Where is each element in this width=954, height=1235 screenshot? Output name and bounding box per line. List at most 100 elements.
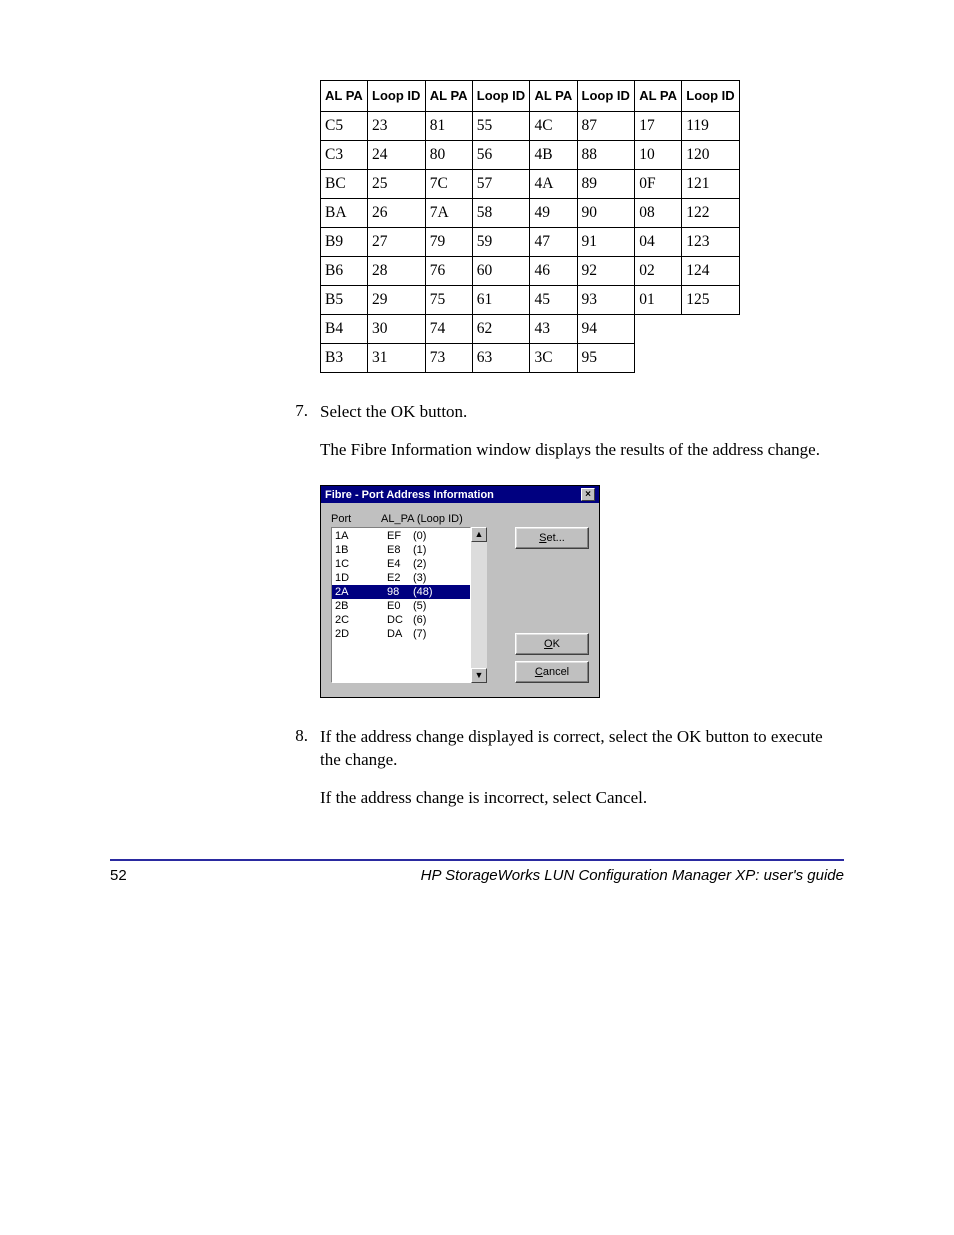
step-7: 7. Select the OK button. The Fibre Infor… — [288, 401, 844, 477]
table-cell: B3 — [321, 344, 368, 373]
table-cell: 122 — [682, 199, 740, 228]
table-cell: 3C — [530, 344, 577, 373]
table-cell: 47 — [530, 228, 577, 257]
table-cell — [635, 315, 682, 344]
list-item-loopid: (2) — [413, 557, 426, 571]
table-cell: 63 — [472, 344, 530, 373]
table-cell: B4 — [321, 315, 368, 344]
table-cell: B6 — [321, 257, 368, 286]
col-loopid-3: Loop ID — [577, 81, 635, 112]
listbox-scrollbar[interactable]: ▲ ▼ — [471, 527, 487, 683]
table-header-row: AL PA Loop ID AL PA Loop ID AL PA Loop I… — [321, 81, 740, 112]
list-item-port: 2A — [335, 585, 387, 599]
table-cell: 31 — [368, 344, 426, 373]
list-header-port: Port — [331, 513, 373, 525]
list-item[interactable]: 2A98(48) — [332, 585, 470, 599]
table-cell: 49 — [530, 199, 577, 228]
step-7-number: 7. — [288, 401, 308, 477]
table-row: B5297561459301125 — [321, 286, 740, 315]
list-item-loopid: (1) — [413, 543, 426, 557]
table-cell: 81 — [425, 112, 472, 141]
table-cell: 7A — [425, 199, 472, 228]
list-item-loopid: (48) — [413, 585, 433, 599]
list-item-loopid: (7) — [413, 627, 426, 641]
list-item-loopid: (3) — [413, 571, 426, 585]
list-item-port: 1A — [335, 529, 387, 543]
set-button[interactable]: Set... — [515, 527, 589, 549]
table-cell: 27 — [368, 228, 426, 257]
port-listbox[interactable]: 1AEF(0)1BE8(1)1CE4(2)1DE2(3)2A98(48)2BE0… — [331, 527, 471, 683]
table-cell: 94 — [577, 315, 635, 344]
table-cell: 125 — [682, 286, 740, 315]
list-item-alpa: EF — [387, 529, 413, 543]
list-item-loopid: (5) — [413, 599, 426, 613]
col-alpa-4: AL PA — [635, 81, 682, 112]
table-cell: 119 — [682, 112, 740, 141]
table-cell: 93 — [577, 286, 635, 315]
port-address-dialog: Fibre - Port Address Information × Port … — [320, 485, 600, 698]
col-alpa-1: AL PA — [321, 81, 368, 112]
list-item[interactable]: 2DDA(7) — [332, 627, 470, 641]
scroll-up-icon[interactable]: ▲ — [471, 527, 487, 542]
table-cell: 91 — [577, 228, 635, 257]
table-cell: 60 — [472, 257, 530, 286]
list-item[interactable]: 2CDC(6) — [332, 613, 470, 627]
table-cell: 62 — [472, 315, 530, 344]
table-row: B33173633C95 — [321, 344, 740, 373]
table-cell: 121 — [682, 170, 740, 199]
table-cell: C3 — [321, 141, 368, 170]
step-7-text-2: The Fibre Information window displays th… — [320, 439, 820, 461]
table-cell: 55 — [472, 112, 530, 141]
table-cell: 4A — [530, 170, 577, 199]
footer-divider — [110, 859, 844, 861]
step-8: 8. If the address change displayed is co… — [288, 726, 844, 786]
table-cell: 43 — [530, 315, 577, 344]
ok-button-post: K — [553, 638, 560, 650]
list-item-port: 1D — [335, 571, 387, 585]
table-cell: 57 — [472, 170, 530, 199]
table-cell: B5 — [321, 286, 368, 315]
table-cell: 76 — [425, 257, 472, 286]
table-cell: 75 — [425, 286, 472, 315]
list-item-alpa: DA — [387, 627, 413, 641]
table-cell: 79 — [425, 228, 472, 257]
list-item[interactable]: 1DE2(3) — [332, 571, 470, 585]
list-item-alpa: E0 — [387, 599, 413, 613]
close-icon[interactable]: × — [581, 488, 595, 501]
table-cell: 25 — [368, 170, 426, 199]
list-item[interactable]: 1BE8(1) — [332, 543, 470, 557]
list-header-alpa: AL_PA (Loop ID) — [373, 513, 505, 525]
table-cell: BA — [321, 199, 368, 228]
list-item-port: 1C — [335, 557, 387, 571]
cancel-button[interactable]: Cancel — [515, 661, 589, 683]
list-item-loopid: (0) — [413, 529, 426, 543]
table-cell: BC — [321, 170, 368, 199]
set-button-accel: S — [539, 532, 546, 544]
list-item[interactable]: 1AEF(0) — [332, 529, 470, 543]
table-cell: 17 — [635, 112, 682, 141]
table-row: BC257C574A890F121 — [321, 170, 740, 199]
col-alpa-2: AL PA — [425, 81, 472, 112]
col-loopid-2: Loop ID — [472, 81, 530, 112]
list-item[interactable]: 2BE0(5) — [332, 599, 470, 613]
cancel-button-post: ancel — [543, 666, 569, 678]
list-item[interactable]: 1CE4(2) — [332, 557, 470, 571]
table-row: B6287660469202124 — [321, 257, 740, 286]
table-row: C52381554C8717119 — [321, 112, 740, 141]
list-item-port: 2D — [335, 627, 387, 641]
list-item-alpa: DC — [387, 613, 413, 627]
list-item-port: 2C — [335, 613, 387, 627]
table-row: B43074624394 — [321, 315, 740, 344]
table-cell: 61 — [472, 286, 530, 315]
scroll-down-icon[interactable]: ▼ — [471, 668, 487, 683]
table-cell: 23 — [368, 112, 426, 141]
table-cell: 01 — [635, 286, 682, 315]
table-cell: 29 — [368, 286, 426, 315]
table-cell: 73 — [425, 344, 472, 373]
list-item-alpa: E4 — [387, 557, 413, 571]
ok-button[interactable]: OK — [515, 633, 589, 655]
table-cell: 120 — [682, 141, 740, 170]
col-loopid-4: Loop ID — [682, 81, 740, 112]
list-item-alpa: 98 — [387, 585, 413, 599]
table-cell: C5 — [321, 112, 368, 141]
